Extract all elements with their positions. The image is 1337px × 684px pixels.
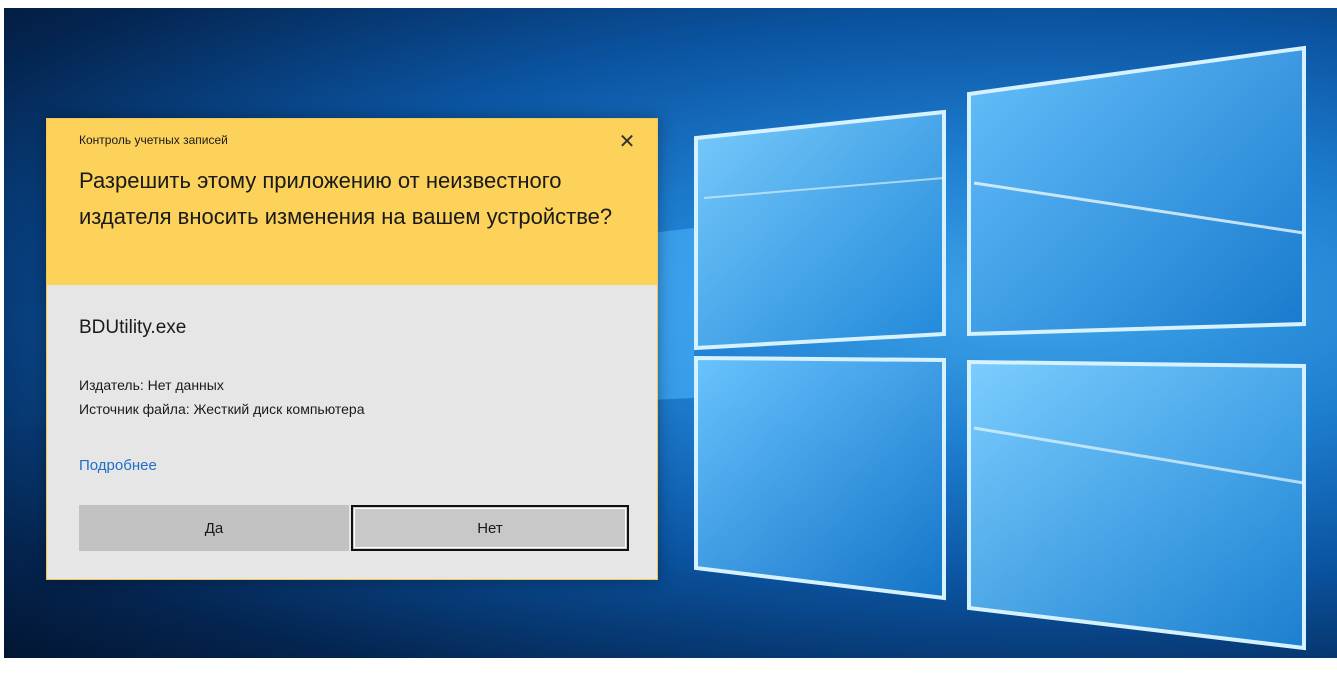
file-source-info: Источник файла: Жесткий диск компьютера xyxy=(79,401,365,417)
top-margin xyxy=(0,0,1337,8)
no-button[interactable]: Нет xyxy=(351,505,629,551)
no-button-label: Нет xyxy=(477,519,503,537)
publisher-info: Издатель: Нет данных xyxy=(79,377,224,393)
app-name: BDUtility.exe xyxy=(79,317,187,338)
bottom-margin xyxy=(0,658,1337,684)
uac-dialog: Контроль учетных записей ✕ Разрешить это… xyxy=(46,118,658,580)
yes-button-label: Да xyxy=(204,519,224,537)
details-link[interactable]: Подробнее xyxy=(79,457,157,474)
dialog-header: Контроль учетных записей ✕ Разрешить это… xyxy=(47,119,657,285)
logo-pane-bottom-right xyxy=(967,359,1306,651)
close-button[interactable]: ✕ xyxy=(613,127,641,155)
yes-button[interactable]: Да xyxy=(79,505,349,551)
logo-pane-bottom-left xyxy=(694,355,946,601)
logo-pane-top-left xyxy=(694,109,946,351)
close-icon: ✕ xyxy=(618,130,636,153)
dialog-caption: Контроль учетных записей xyxy=(79,133,228,147)
dialog-question: Разрешить этому приложению от неизвестно… xyxy=(79,168,613,229)
screen: Контроль учетных записей ✕ Разрешить это… xyxy=(0,0,1337,684)
